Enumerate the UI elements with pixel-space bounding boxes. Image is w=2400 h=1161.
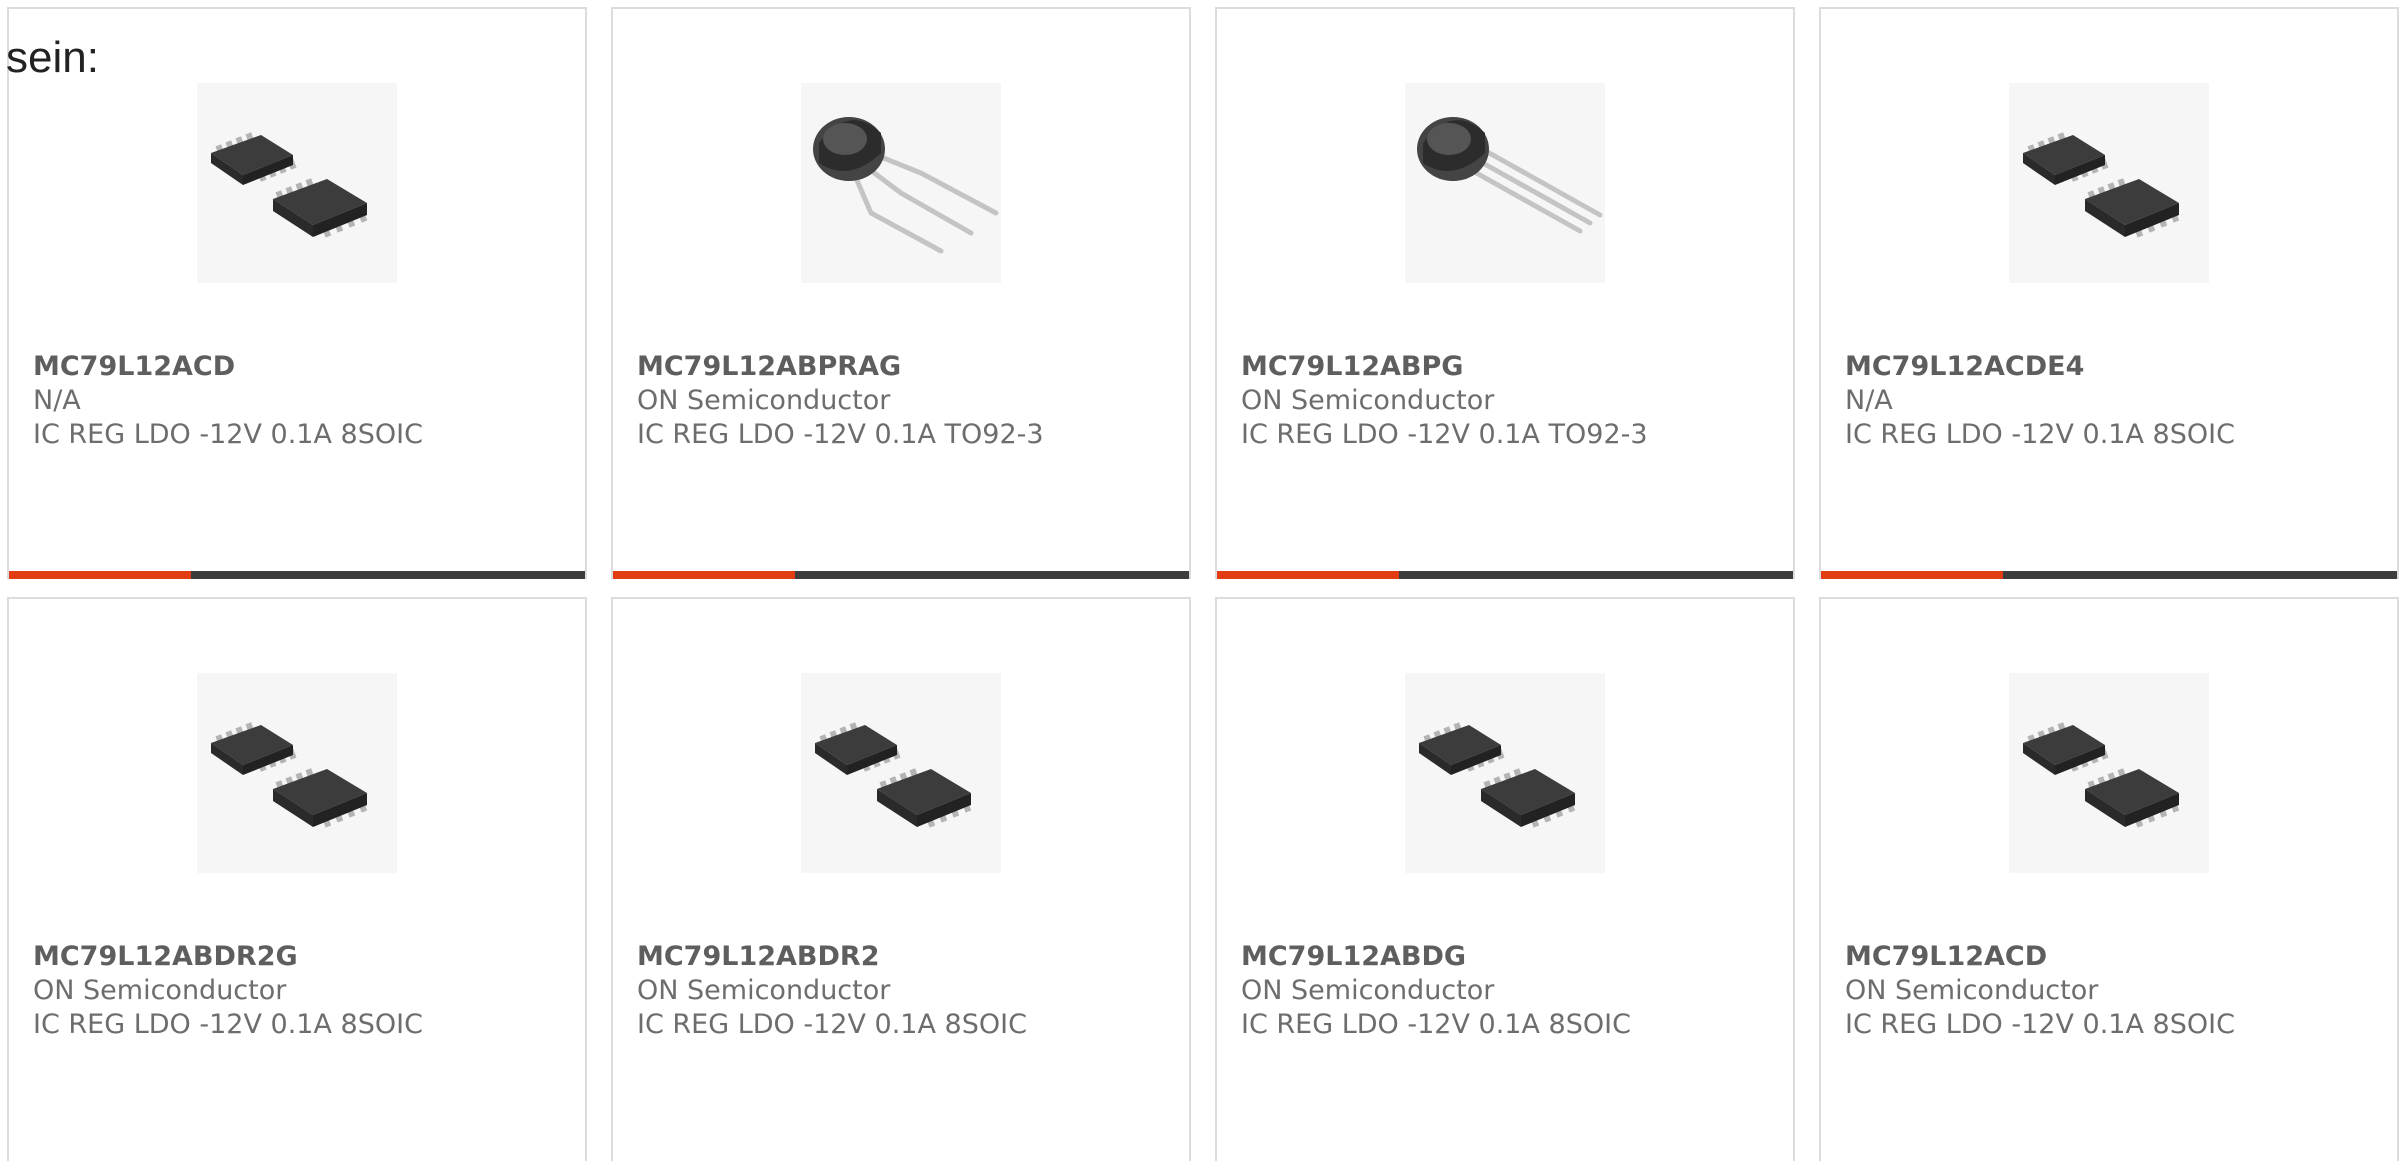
product-info: MC79L12ABPRAG ON Semiconductor IC REG LD…	[637, 350, 1179, 452]
card-bottom-bar	[613, 571, 1189, 579]
manufacturer: ON Semiconductor	[1241, 975, 1495, 1006]
to92-transistor-icon	[1405, 83, 1605, 283]
product-info: MC79L12ABDG ON Semiconductor IC REG LDO …	[1241, 940, 1783, 1042]
description: IC REG LDO -12V 0.1A 8SOIC	[637, 1009, 1027, 1040]
soic8-chip-icon	[1405, 673, 1605, 873]
card-bottom-bar	[1217, 571, 1793, 579]
soic8-chip-icon	[197, 83, 397, 283]
soic8-chip-icon	[2009, 83, 2209, 283]
product-info: MC79L12ACD N/A IC REG LDO -12V 0.1A 8SOI…	[33, 350, 575, 452]
product-info: MC79L12ACD ON Semiconductor IC REG LDO -…	[1845, 940, 2387, 1042]
product-card[interactable]: MC79L12ACD ON Semiconductor IC REG LDO -…	[1819, 597, 2399, 1161]
product-info: MC79L12ABPG ON Semiconductor IC REG LDO …	[1241, 350, 1783, 452]
card-bottom-bar	[9, 571, 585, 579]
description: IC REG LDO -12V 0.1A 8SOIC	[33, 1009, 423, 1040]
part-number[interactable]: MC79L12ACD	[1845, 940, 2387, 974]
manufacturer: ON Semiconductor	[1241, 385, 1495, 416]
description: IC REG LDO -12V 0.1A TO92-3	[1241, 419, 1648, 450]
part-number[interactable]: MC79L12ABPG	[1241, 350, 1783, 384]
description: IC REG LDO -12V 0.1A 8SOIC	[33, 419, 423, 450]
product-card[interactable]: MC79L12ACDE4 N/A IC REG LDO -12V 0.1A 8S…	[1819, 7, 2399, 579]
part-number[interactable]: MC79L12ABPRAG	[637, 350, 1179, 384]
description: IC REG LDO -12V 0.1A TO92-3	[637, 419, 1044, 450]
product-card[interactable]: MC79L12ABPRAG ON Semiconductor IC REG LD…	[611, 7, 1191, 579]
product-card[interactable]: MC79L12ABDG ON Semiconductor IC REG LDO …	[1215, 597, 1795, 1161]
product-info: MC79L12ABDR2G ON Semiconductor IC REG LD…	[33, 940, 575, 1042]
product-card[interactable]: MC79L12ABDR2G ON Semiconductor IC REG LD…	[7, 597, 587, 1161]
manufacturer: ON Semiconductor	[33, 975, 287, 1006]
manufacturer: ON Semiconductor	[637, 385, 891, 416]
product-info: MC79L12ACDE4 N/A IC REG LDO -12V 0.1A 8S…	[1845, 350, 2387, 452]
manufacturer: N/A	[1845, 385, 1893, 416]
product-info: MC79L12ABDR2 ON Semiconductor IC REG LDO…	[637, 940, 1179, 1042]
soic8-chip-icon	[197, 673, 397, 873]
part-number[interactable]: MC79L12ACD	[33, 350, 575, 384]
product-grid-page: sein: MC79L12ACD N/A IC REG LDO -12V 0.1…	[0, 0, 2400, 1161]
product-card[interactable]: MC79L12ABPG ON Semiconductor IC REG LDO …	[1215, 7, 1795, 579]
bar-accent	[613, 571, 795, 579]
soic8-chip-icon	[801, 673, 1001, 873]
bar-accent	[1217, 571, 1399, 579]
part-number[interactable]: MC79L12ABDR2	[637, 940, 1179, 974]
intro-text: sein:	[6, 33, 99, 82]
description: IC REG LDO -12V 0.1A 8SOIC	[1845, 419, 2235, 450]
manufacturer: ON Semiconductor	[637, 975, 891, 1006]
manufacturer: ON Semiconductor	[1845, 975, 2099, 1006]
part-number[interactable]: MC79L12ABDR2G	[33, 940, 575, 974]
card-bottom-bar	[1821, 571, 2397, 579]
manufacturer: N/A	[33, 385, 81, 416]
description: IC REG LDO -12V 0.1A 8SOIC	[1845, 1009, 2235, 1040]
part-number[interactable]: MC79L12ABDG	[1241, 940, 1783, 974]
description: IC REG LDO -12V 0.1A 8SOIC	[1241, 1009, 1631, 1040]
product-grid: MC79L12ACD N/A IC REG LDO -12V 0.1A 8SOI…	[7, 7, 2399, 1161]
product-card[interactable]: MC79L12ACD N/A IC REG LDO -12V 0.1A 8SOI…	[7, 7, 587, 579]
product-card[interactable]: MC79L12ABDR2 ON Semiconductor IC REG LDO…	[611, 597, 1191, 1161]
bar-accent	[9, 571, 191, 579]
to92-bent-leads-icon	[801, 83, 1001, 283]
bar-accent	[1821, 571, 2003, 579]
part-number[interactable]: MC79L12ACDE4	[1845, 350, 2387, 384]
soic8-chip-icon	[2009, 673, 2209, 873]
